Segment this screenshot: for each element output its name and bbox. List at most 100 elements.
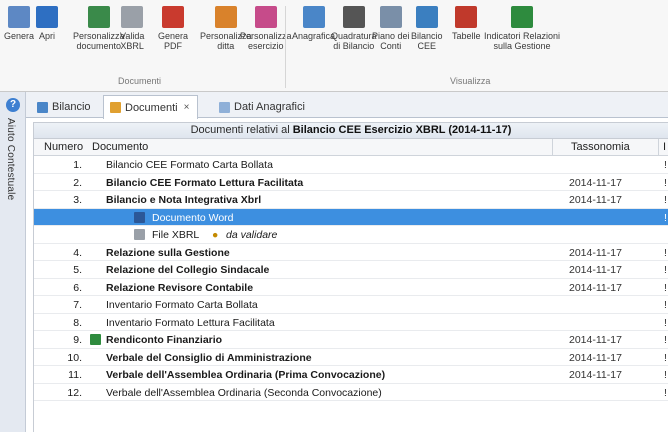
indicator-chart-icon: [511, 6, 534, 28]
table-row[interactable]: 4. Relazione sulla Gestione 2014-11-17!: [34, 244, 668, 261]
tab-dati-anagrafici[interactable]: Dati Anagrafici: [212, 95, 314, 118]
ribbon-button-pdf[interactable]: Genera PDF: [158, 6, 188, 51]
document-name: Inventario Formato Lettura Facilitata: [106, 316, 275, 329]
row-number: 4.: [73, 246, 82, 259]
column-extra[interactable]: I: [663, 141, 666, 153]
ribbon-button-calendar[interactable]: Personalizza esercizio: [240, 6, 292, 51]
ribbon-button-xbrl-validate[interactable]: Valida XBRL: [120, 6, 144, 51]
documents-panel: Documenti relativi al Bilancio CEE Eserc…: [33, 122, 668, 432]
panel-title-strong: Bilancio CEE Esercizio XBRL (2014-11-17): [292, 124, 512, 136]
table-row[interactable]: 9. Rendiconto Finanziario 2014-11-17!: [34, 331, 668, 349]
word-open-icon: [36, 6, 58, 28]
ribbon-button-label: CEE: [417, 41, 437, 51]
ribbon-button-list-document[interactable]: Piano dei Conti: [372, 6, 410, 51]
column-numero[interactable]: Numero: [44, 141, 83, 153]
ribbon-button-sum[interactable]: Quadratura di Bilancio: [331, 6, 377, 51]
sub-document-row[interactable]: Documento Word!: [34, 208, 668, 226]
table-row[interactable]: 11. Verbale dell'Assemblea Ordinaria (Pri…: [34, 366, 668, 384]
warning-icon: ●: [212, 229, 219, 241]
tab-bilancio[interactable]: Bilancio: [30, 95, 100, 118]
table-row[interactable]: 10. Verbale del Consiglio di Amministrazi…: [34, 349, 668, 366]
pdf-icon: [162, 6, 185, 28]
ribbon-button-indicator-chart[interactable]: Indicatori Relazioni sulla Gestione: [484, 6, 560, 51]
table-row[interactable]: 1. Bilancio CEE Formato Carta Bollata!: [34, 156, 668, 174]
table-row[interactable]: 7. Inventario Formato Carta Bollata!: [34, 296, 668, 314]
contextual-help-panel[interactable]: ? Aiuto Contestuale: [0, 92, 26, 432]
ribbon-button-label: PDF: [164, 41, 183, 51]
ribbon-button-label: Bilancio: [411, 31, 443, 41]
row-extra-cell: !: [664, 176, 667, 189]
panel-title: Documenti relativi al Bilancio CEE Eserc…: [34, 123, 668, 139]
row-extra-cell: !: [664, 351, 667, 364]
column-documento[interactable]: Documento: [92, 141, 148, 153]
contextual-help-label[interactable]: Aiuto Contestuale: [5, 118, 16, 200]
document-list: 1. Bilancio CEE Formato Carta Bollata! 2. B…: [34, 156, 668, 401]
ribbon-button-document-generate[interactable]: Genera: [4, 6, 34, 41]
ribbon-button-label: Valida: [120, 31, 145, 41]
row-number: 7.: [73, 299, 82, 311]
sum-icon: [342, 6, 365, 28]
row-extra-cell: !: [664, 281, 667, 294]
help-icon[interactable]: ?: [6, 98, 20, 112]
document-name: File XBRL: [152, 229, 200, 241]
column-divider: [552, 139, 553, 155]
document-generate-icon: [8, 6, 31, 28]
ribbon-button-table[interactable]: Tabelle: [452, 6, 481, 41]
ribbon-button-label: Piano dei: [372, 31, 410, 41]
table-row[interactable]: 2. Bilancio CEE Formato Lettura Facilitat…: [34, 174, 668, 191]
register-tab-icon: [219, 101, 230, 113]
balance-chart-icon: [415, 6, 438, 28]
row-extra-cell: !: [664, 369, 667, 381]
word-document-icon: [134, 211, 145, 223]
ribbon-toolbar: Genera Apri Personalizza documento Valida XBR…: [0, 0, 668, 92]
document-name: Bilancio e Nota Integrativa Xbrl: [106, 194, 262, 206]
sub-document-row[interactable]: File XBRL ● da validare: [34, 226, 668, 244]
table-row[interactable]: 12. Verbale dell'Assemblea Ordinaria (Sec…: [34, 384, 668, 401]
table-row[interactable]: 3. Bilancio e Nota Integrativa Xbrl 2014-1…: [34, 191, 668, 209]
tab-label: Bilancio: [52, 101, 91, 113]
calendar-icon: [254, 6, 277, 28]
ribbon-button-label: Conti: [380, 41, 402, 51]
ribbon-button-word-open[interactable]: Apri: [36, 6, 58, 41]
taxonomy-date: 2014-11-17: [569, 246, 622, 259]
taxonomy-date: 2014-11-17: [569, 176, 622, 189]
document-name: Relazione del Collegio Sindacale: [106, 264, 270, 276]
list-document-icon: [379, 6, 402, 28]
column-divider: [658, 139, 659, 155]
taxonomy-date: 2014-11-17: [569, 351, 622, 364]
taxonomy-date: 2014-11-17: [569, 369, 622, 381]
document-name: Verbale del Consiglio di Amministrazione: [106, 351, 312, 364]
row-number: 2.: [73, 176, 82, 189]
row-extra-cell: !: [664, 246, 667, 259]
ribbon-group-separator: [285, 6, 286, 88]
taxonomy-date: 2014-11-17: [569, 194, 622, 206]
row-extra-cell: !: [664, 334, 667, 346]
tab-label: Dati Anagrafici: [234, 101, 305, 113]
ribbon-button-label: sulla Gestione: [493, 41, 551, 51]
close-icon[interactable]: ×: [184, 102, 190, 113]
ribbon-button-balance-chart[interactable]: Bilancio CEE: [411, 6, 443, 51]
documents-tab-icon: [110, 102, 121, 113]
row-extra-cell: !: [664, 159, 667, 171]
document-name: Relazione sulla Gestione: [106, 246, 230, 259]
ribbon-button-person-edit[interactable]: Personalizza documento: [73, 6, 125, 51]
row-number: 5.: [73, 264, 82, 276]
xbrl-validate-icon: [121, 6, 144, 28]
row-number: 9.: [73, 334, 82, 346]
table-row[interactable]: 5. Relazione del Collegio Sindacale 2014-1…: [34, 261, 668, 279]
validation-status: da validare: [226, 229, 278, 241]
row-extra-cell: !: [664, 299, 667, 311]
person-edit-icon: [87, 6, 110, 28]
tab-documenti[interactable]: Documenti ×: [103, 95, 199, 119]
document-name: Documento Word: [152, 211, 234, 224]
ribbon-group-documenti-label: Documenti: [118, 76, 162, 86]
ribbon-button-person-card[interactable]: Anagrafica: [292, 6, 335, 41]
ribbon-button-label: Quadratura: [331, 31, 377, 41]
document-name: Verbale dell'Assemblea Ordinaria (Second…: [106, 386, 382, 399]
ribbon-button-label: Genera: [158, 31, 189, 41]
column-tassonomia[interactable]: Tassonomia: [571, 141, 630, 153]
table-row[interactable]: 8. Inventario Formato Lettura Facilitata!: [34, 314, 668, 331]
row-number: 3.: [73, 194, 82, 206]
document-name: Bilancio CEE Formato Lettura Facilitata: [106, 176, 304, 189]
table-row[interactable]: 6. Relazione Revisore Contabile 2014-11-17…: [34, 279, 668, 296]
